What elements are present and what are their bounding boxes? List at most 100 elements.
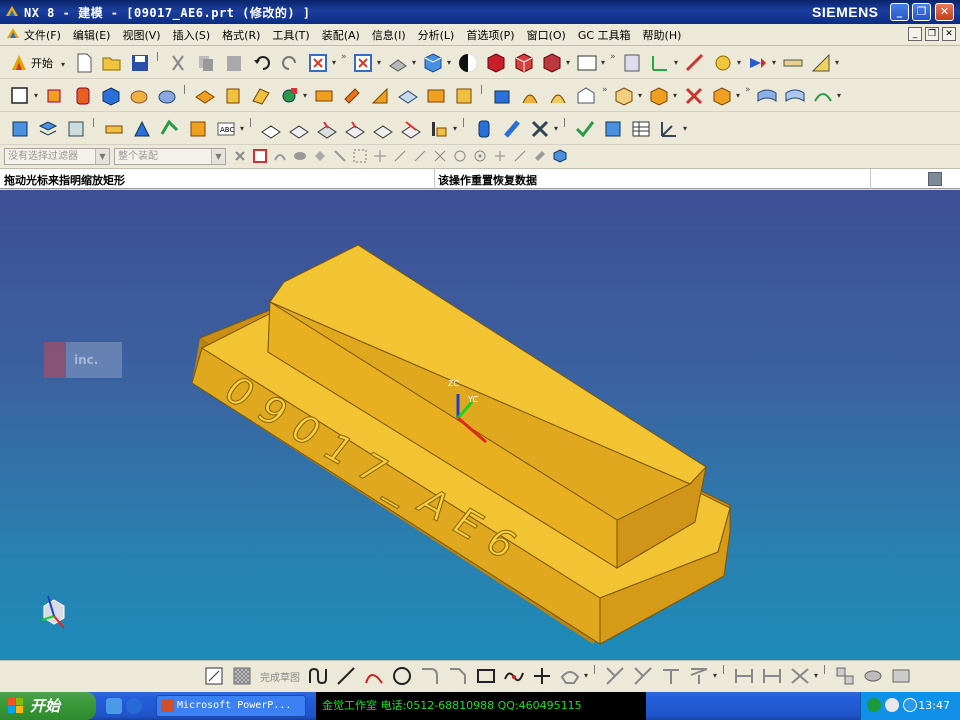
- constraint-icon[interactable]: [688, 665, 710, 687]
- point-icon[interactable]: [278, 85, 300, 107]
- shell-icon[interactable]: [453, 85, 475, 107]
- profile-icon[interactable]: [307, 665, 329, 687]
- show-desktop-icon[interactable]: [106, 698, 122, 714]
- feature-selection-icon[interactable]: [252, 148, 268, 164]
- chamfer-sketch-icon[interactable]: [447, 665, 469, 687]
- sketch-icon[interactable]: [203, 665, 225, 687]
- doc-restore-button[interactable]: ❐: [925, 27, 939, 41]
- hidden-edge-cube-icon[interactable]: [541, 52, 563, 74]
- tray-app-icon[interactable]: [903, 698, 917, 712]
- sew-icon[interactable]: [683, 85, 705, 107]
- select-mode-icon[interactable]: [747, 52, 769, 74]
- selection-scope-dropdown[interactable]: 整个装配 ▼: [114, 148, 226, 165]
- menu-help[interactable]: 帮助(H): [643, 27, 682, 43]
- auto-constrain-icon[interactable]: [789, 665, 811, 687]
- gc-spreadsheet-icon[interactable]: [630, 118, 652, 140]
- stack-layers-icon[interactable]: [37, 118, 59, 140]
- surface-icon[interactable]: [756, 85, 778, 107]
- menu-information[interactable]: 信息(I): [372, 27, 406, 43]
- analysis-icon[interactable]: [712, 52, 734, 74]
- undo-icon[interactable]: [251, 52, 273, 74]
- shaded-cube-icon[interactable]: [422, 52, 444, 74]
- redo-icon[interactable]: [279, 52, 301, 74]
- edge-rule-icon[interactable]: [332, 148, 348, 164]
- maximize-button[interactable]: ❐: [912, 3, 931, 21]
- fit-view-icon[interactable]: [307, 52, 329, 74]
- zoom-icon[interactable]: [352, 52, 374, 74]
- menu-window[interactable]: 窗口(O): [527, 27, 566, 43]
- tools-icon[interactable]: [529, 118, 551, 140]
- menu-analysis[interactable]: 分析(L): [418, 27, 455, 43]
- fillet-icon[interactable]: [419, 665, 441, 687]
- minimize-button[interactable]: _: [890, 3, 909, 21]
- trim-body-icon[interactable]: [519, 85, 541, 107]
- rotate-view-icon[interactable]: [387, 52, 409, 74]
- start-button[interactable]: 开始 ▾: [9, 52, 67, 74]
- point-on-face-snap-icon[interactable]: [532, 148, 548, 164]
- part-model[interactable]: 09017_AE6 ZC YC: [0, 190, 960, 660]
- curve-network-icon[interactable]: [812, 85, 834, 107]
- copy-icon[interactable]: [195, 52, 217, 74]
- cylinder-blue-icon[interactable]: [473, 118, 495, 140]
- point-on-curve-snap-icon[interactable]: [512, 148, 528, 164]
- midpoint-snap-icon[interactable]: [392, 148, 408, 164]
- quadrant-snap-icon[interactable]: [472, 148, 488, 164]
- replace-face-icon[interactable]: [344, 118, 366, 140]
- existing-point-snap-icon[interactable]: [492, 148, 508, 164]
- chamfer-icon[interactable]: [425, 85, 447, 107]
- network-icon[interactable]: [867, 698, 881, 712]
- doc-minimize-button[interactable]: _: [908, 27, 922, 41]
- make-corner-icon[interactable]: [660, 665, 682, 687]
- control-point-snap-icon[interactable]: [412, 148, 428, 164]
- save-icon[interactable]: [129, 52, 151, 74]
- menu-file[interactable]: 文件(F): [24, 27, 61, 43]
- app-menu-icon[interactable]: [6, 27, 20, 41]
- dimension-icon[interactable]: [733, 665, 755, 687]
- edge-blend-icon[interactable]: [397, 85, 419, 107]
- menu-tools[interactable]: 工具(T): [272, 27, 309, 43]
- render-style-icon[interactable]: [457, 52, 479, 74]
- menu-gc-toolkit[interactable]: GC 工具箱: [578, 27, 631, 43]
- patch-icon[interactable]: [711, 85, 733, 107]
- extrude-icon[interactable]: [44, 85, 66, 107]
- wireframe-cube-icon[interactable]: [513, 52, 535, 74]
- pattern-icon[interactable]: [613, 85, 635, 107]
- boss-icon[interactable]: [194, 85, 216, 107]
- open-folder-icon[interactable]: [101, 52, 123, 74]
- menu-view[interactable]: 视图(V): [122, 27, 160, 43]
- red-cube-icon[interactable]: [485, 52, 507, 74]
- face-rule-icon[interactable]: [292, 148, 308, 164]
- pipe-icon[interactable]: [501, 118, 523, 140]
- studio-spline-icon[interactable]: [503, 665, 525, 687]
- quick-trim-icon[interactable]: [604, 665, 626, 687]
- synchronous-move-face-icon[interactable]: [260, 118, 282, 140]
- background-color-icon[interactable]: [576, 52, 598, 74]
- resize-blend-icon[interactable]: [372, 118, 394, 140]
- draft-icon[interactable]: [491, 85, 513, 107]
- edit-parameters-icon[interactable]: [9, 118, 31, 140]
- line-icon[interactable]: [335, 665, 357, 687]
- cut-icon[interactable]: [167, 52, 189, 74]
- doc-close-button[interactable]: ✕: [942, 27, 956, 41]
- general-selection-icon[interactable]: [232, 148, 248, 164]
- paste-icon[interactable]: [223, 52, 245, 74]
- layer-icon[interactable]: [621, 52, 643, 74]
- circle-icon[interactable]: [391, 665, 413, 687]
- view-triad-icon[interactable]: [34, 592, 74, 632]
- drafting-icon[interactable]: [810, 52, 832, 74]
- reorder-feature-icon[interactable]: [131, 118, 153, 140]
- subtract-icon[interactable]: [341, 85, 363, 107]
- menu-preferences[interactable]: 首选项(P): [466, 27, 514, 43]
- gc-data-icon[interactable]: [602, 118, 624, 140]
- close-button[interactable]: ✕: [935, 3, 954, 21]
- menu-edit[interactable]: 编辑(E): [73, 27, 111, 43]
- internet-explorer-icon[interactable]: [126, 698, 142, 714]
- split-body-icon[interactable]: [547, 85, 569, 107]
- delete-face-icon[interactable]: [400, 118, 422, 140]
- reattach-icon[interactable]: [862, 665, 884, 687]
- cylinder-icon[interactable]: [128, 85, 150, 107]
- offset-region-icon[interactable]: [316, 118, 338, 140]
- select-rectangle-icon[interactable]: [352, 148, 368, 164]
- revolve-icon[interactable]: [72, 85, 94, 107]
- ruler-icon[interactable]: [782, 52, 804, 74]
